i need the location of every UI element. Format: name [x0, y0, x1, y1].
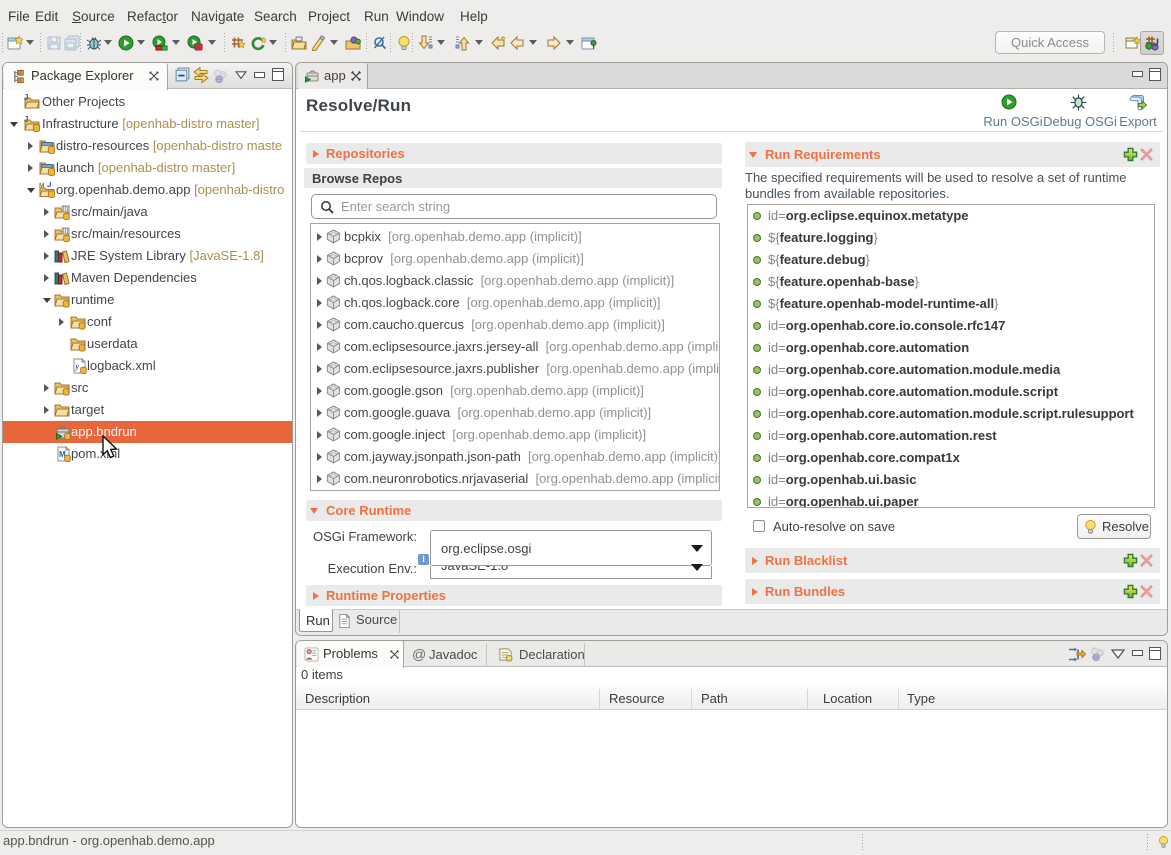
svg-text:J: J	[47, 182, 51, 189]
svg-text:J: J	[24, 116, 28, 124]
svg-text:y: y	[75, 362, 80, 371]
svg-text:J: J	[24, 94, 28, 102]
